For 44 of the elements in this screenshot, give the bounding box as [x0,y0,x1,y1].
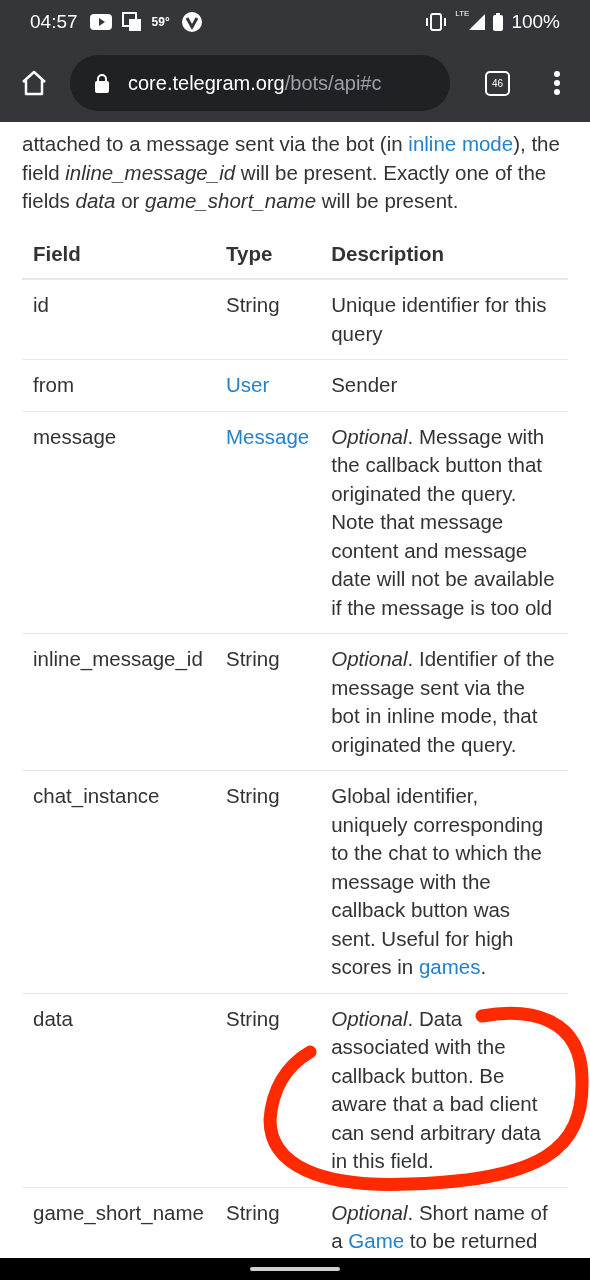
description-text: Unique identifier for this query [331,292,548,347]
home-icon[interactable] [20,70,48,96]
tab-count-button[interactable]: 46 [485,70,510,96]
text-link[interactable]: Game [348,1229,405,1252]
type-link[interactable]: User [226,373,270,396]
url-host: core.telegram.org [128,71,285,96]
description-text: Global identifier, uniquely corresponding to the chat to which the message with the callback button was sent. Useful for high scores in games. [331,783,545,980]
battery-icon [493,13,504,31]
type-link[interactable]: Message [226,424,310,448]
field-name: id [33,293,49,316]
network-type: LTE [455,8,470,20]
type-name: String [226,647,280,670]
field-name: game_short_name [33,1200,204,1224]
description-text: Optional. Identifier of the message sent via the bot in inline mode, that originated the query. [331,646,556,758]
type-name: String [226,1200,280,1224]
lock-icon [94,73,110,93]
round-logo-icon [181,12,202,32]
description-text: Optional. Message with the callback button that originated the query. Note that message content and message date will not be available if the message is too old [331,423,556,621]
signal-icon [469,14,486,30]
type-name: String [226,1006,280,1030]
intro-text: attached to a message sent via the bot (in inline mode), the field inline_message_id will be present. Exactly one of the fields data or game_short_name will be present. [22,131,561,214]
text-link[interactable]: games [418,955,481,978]
clock: 04:57 [30,9,78,34]
description-text: Sender [331,372,399,398]
column-header: Field [22,229,215,279]
field-name: chat_instance [33,784,160,807]
field-name: inline_message_id [33,647,203,670]
more-options-icon[interactable] [554,71,560,95]
column-header: Type [215,229,321,279]
field-name: message [33,424,117,448]
temperature: 59° [151,14,170,31]
text-link[interactable]: inline mode [408,132,514,155]
field-name: data [33,1006,73,1030]
type-name: String [226,293,280,316]
description-text: Optional. Short name of a Game to be returned [331,1199,549,1254]
type-name: String [226,784,280,807]
column-header: Description [320,229,568,279]
play-icon [89,14,112,30]
field-name: from [33,373,74,396]
address-field[interactable]: core.telegram.org/bots/api#c [70,55,450,111]
description-text: Optional. Data associated with the callback button. Be aware that a bad client can send arbitrary data in this field. [331,1005,542,1174]
vibrate-icon [425,13,448,31]
url-path: /bots/api#c [284,71,382,96]
battery-level: 100% [511,9,560,34]
